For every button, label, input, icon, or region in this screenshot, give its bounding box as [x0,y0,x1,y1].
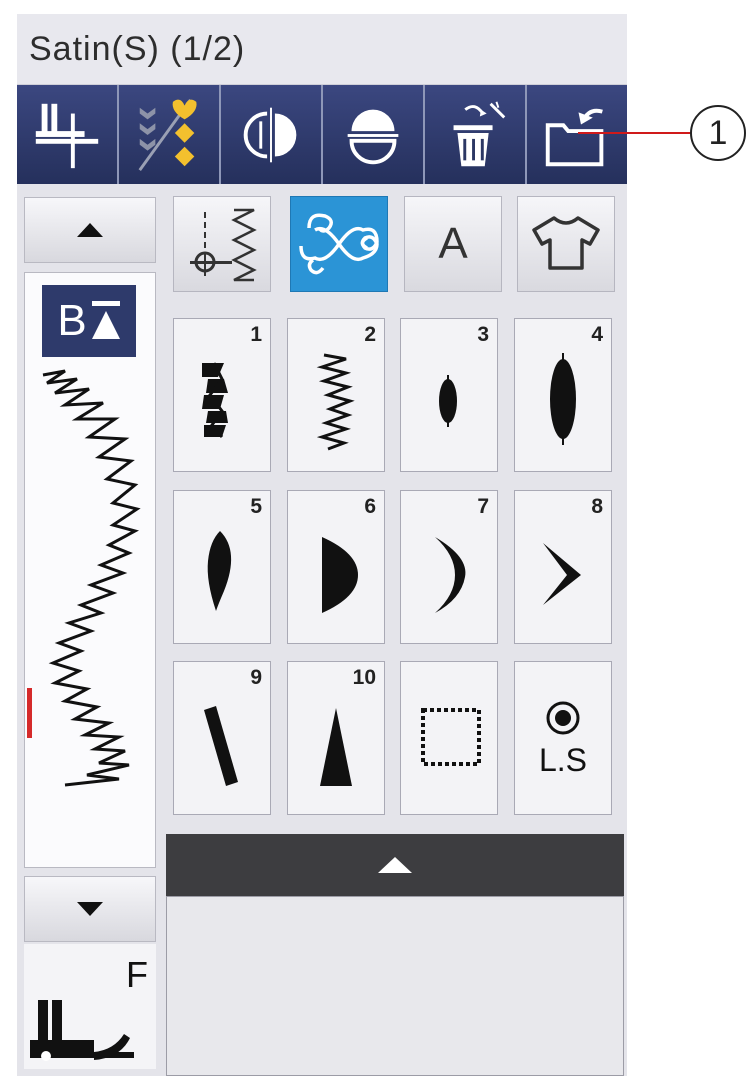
pattern-button-6[interactable]: 6 [287,490,385,644]
mirror-stitch-icon [138,98,197,171]
pattern-button-3[interactable]: 3 [400,318,498,472]
pattern-button-8[interactable]: 8 [514,490,612,644]
satin-zigzag-2-icon [316,353,355,451]
pattern-button-2[interactable]: 2 [287,318,385,472]
tab-decorative-stitches[interactable] [290,196,388,292]
dotted-square-icon [421,708,481,766]
scroll-up-button[interactable] [24,197,156,263]
pattern-button-5[interactable]: 5 [173,490,271,644]
pattern-button-4[interactable]: 4 [514,318,612,472]
tab-letters[interactable]: A [404,196,502,292]
callout-line [578,132,692,134]
pattern-button-9[interactable]: 9 [173,661,271,815]
badge-b: B [42,285,136,357]
garment-icon [532,216,600,270]
pattern-button-7[interactable]: 7 [400,490,498,644]
presser-foot-icon [30,1000,134,1061]
presser-foot-icon [35,103,99,168]
triangle-up-icon [77,223,103,237]
position-marker [27,688,32,738]
mirror-stitch-button[interactable] [119,85,221,184]
title-bar: Satin(S) (1/2) [17,14,627,85]
page-title: Satin(S) (1/2) [29,30,246,68]
satin-half-moon-icon [322,537,358,613]
callout-number: 1 [690,105,746,161]
preview-stitch-pattern [42,369,141,787]
satin-slant-bar-icon [204,706,238,786]
satin-triangle-icon [320,708,352,786]
presser-foot-button[interactable] [17,85,119,184]
delete-icon [453,101,506,166]
satin-zigzag-1-icon [202,362,228,438]
delete-button[interactable] [425,85,527,184]
open-folder-icon [545,108,604,166]
utility-stitch-icon [190,208,257,282]
presser-foot-indicator: F [24,944,156,1069]
lock-stitch-label: L.S [538,742,588,778]
badge-letter: B [57,296,87,345]
triangle-up-icon [378,857,412,873]
stitch-preview: B [24,272,156,868]
bar-triangle-icon [91,301,120,339]
elongation-icon [347,109,399,164]
elongation-button[interactable] [323,85,425,184]
pattern-button-10[interactable]: 10 [287,661,385,815]
sewing-machine-screen: Satin(S) (1/2) B F A 1 2 3 4 5 6 7 8 9 1… [17,14,627,1076]
tab-utility-stitches[interactable] [173,196,271,292]
mirror-image-button[interactable] [221,85,323,184]
decorative-stitch-icon [299,213,379,275]
satin-oval-small-icon [439,375,457,427]
satin-leaf-icon [207,531,232,611]
tab-garment[interactable] [517,196,615,292]
pattern-button-1[interactable]: 1 [173,318,271,472]
mirror-image-icon [243,107,297,162]
open-folder-button[interactable] [527,85,627,184]
pattern-button-lock-stitch[interactable]: L.S [514,661,612,815]
satin-crescent-icon [435,537,466,613]
triangle-down-icon [77,902,103,916]
scroll-down-button[interactable] [24,876,156,942]
lock-stitch-icon [546,701,580,735]
info-panel [166,896,624,1076]
satin-chevron-icon [543,543,581,605]
satin-oval-large-icon [550,353,576,445]
tab-letter-label: A [438,219,468,268]
pattern-button-dotted-square[interactable] [400,661,498,815]
toolbar [17,85,627,184]
expand-panel-button[interactable] [166,834,624,896]
